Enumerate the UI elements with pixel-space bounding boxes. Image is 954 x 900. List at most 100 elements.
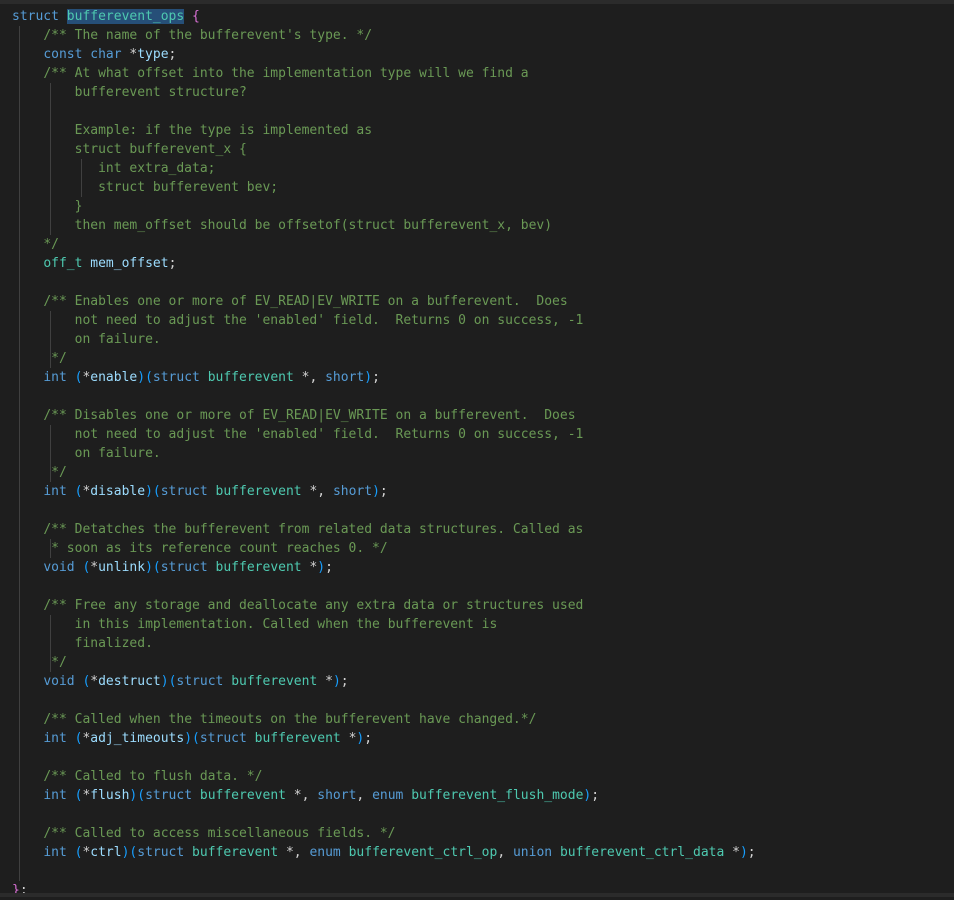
code-line[interactable]: int (*disable)(struct bufferevent *, sho… <box>12 482 387 501</box>
code-token: int <box>43 731 75 746</box>
code-line[interactable]: bufferevent structure? <box>12 83 247 102</box>
code-token: bufferevent_ctrl_data <box>559 845 733 860</box>
code-line[interactable]: void (*destruct)(struct bufferevent *); <box>12 672 348 691</box>
code-token: * <box>325 674 333 689</box>
indent-guide <box>50 311 51 368</box>
code-line[interactable]: * soon as its reference count reaches 0.… <box>12 539 388 558</box>
indent-guide <box>50 615 51 672</box>
indent-guide <box>50 539 51 558</box>
code-token: struct bufferevent_x { <box>74 142 247 157</box>
code-token: ; <box>591 788 600 803</box>
code-line[interactable]: /** At what offset into the implementati… <box>12 64 528 83</box>
code-token: Example: if the type is implemented as <box>74 123 373 138</box>
code-line[interactable]: /** Enables one or more of EV_READ|EV_WR… <box>12 292 568 311</box>
indent-guide <box>50 425 51 482</box>
code-token: ; <box>364 731 373 746</box>
code-token: bufferevent <box>231 674 326 689</box>
code-editor[interactable]: struct bufferevent_ops { /** The name of… <box>0 0 954 900</box>
code-token: in this implementation. Called when the … <box>74 617 498 632</box>
code-token: off_t <box>43 256 91 271</box>
indent-guide <box>50 83 51 235</box>
code-line[interactable]: const char *type; <box>12 45 176 64</box>
code-line[interactable]: /** Disables one or more of EV_READ|EV_W… <box>12 406 575 425</box>
code-token: struct <box>176 674 232 689</box>
code-token: ) <box>184 731 193 746</box>
code-token: struct <box>145 788 200 803</box>
code-token: bufferevent_flush_mode <box>411 788 584 803</box>
code-token: flush <box>90 788 130 803</box>
code-token: ctrl <box>90 845 122 860</box>
code-line[interactable]: on failure. <box>12 444 161 463</box>
code-token: mem_offset <box>90 256 169 271</box>
code-line[interactable]: struct bufferevent_ops { <box>12 7 200 26</box>
code-token: struct <box>199 731 255 746</box>
code-token: bufferevent structure? <box>74 85 247 100</box>
code-line[interactable]: }; <box>12 881 28 900</box>
code-line[interactable]: void (*unlink)(struct bufferevent *); <box>12 558 333 577</box>
code-line[interactable]: Example: if the type is implemented as <box>12 121 372 140</box>
code-line[interactable]: then mem_offset should be offsetof(struc… <box>12 216 552 235</box>
code-token: struct <box>160 560 216 575</box>
code-token: void <box>43 560 83 575</box>
code-line[interactable]: /** Called to access miscellaneous field… <box>12 824 395 843</box>
code-token: ; <box>372 370 380 385</box>
code-token: ) <box>160 674 169 689</box>
code-token: *, <box>293 788 318 803</box>
code-token: ) <box>145 484 153 499</box>
code-token: struct <box>152 370 208 385</box>
code-line[interactable]: int (*ctrl)(struct bufferevent *, enum b… <box>12 843 755 862</box>
code-token: ( <box>192 731 200 746</box>
code-token: ; <box>168 47 177 62</box>
code-line[interactable]: not need to adjust the 'enabled' field. … <box>12 311 584 330</box>
code-token: bufferevent <box>254 731 349 746</box>
code-token: int extra_data; <box>98 161 216 176</box>
code-token: */ <box>51 351 67 366</box>
code-line[interactable]: struct bufferevent bev; <box>12 178 278 197</box>
code-line[interactable]: int (*enable)(struct bufferevent *, shor… <box>12 368 380 387</box>
code-line[interactable]: */ <box>12 463 67 482</box>
code-line[interactable]: struct bufferevent_x { <box>12 140 247 159</box>
code-token: /** The name of the bufferevent's type. … <box>43 28 373 43</box>
code-line[interactable]: int extra_data; <box>12 159 216 178</box>
code-token: unlink <box>98 560 146 575</box>
code-line[interactable]: */ <box>12 653 67 672</box>
code-token: bufferevent <box>207 370 302 385</box>
code-token: bufferevent <box>192 845 286 860</box>
code-token: /** Enables one or more of EV_READ|EV_WR… <box>43 294 568 309</box>
code-token: short <box>325 370 365 385</box>
code-token: ) <box>332 674 341 689</box>
code-line[interactable]: /** Free any storage and deallocate any … <box>12 596 583 615</box>
code-line[interactable]: /** Detatches the bufferevent from relat… <box>12 520 583 539</box>
code-line[interactable]: /** The name of the bufferevent's type. … <box>12 26 372 45</box>
code-line[interactable]: int (*flush)(struct bufferevent *, short… <box>12 786 599 805</box>
code-line[interactable]: int (*adj_timeouts)(struct bufferevent *… <box>12 729 372 748</box>
code-token: */ <box>43 237 59 252</box>
code-token: not need to adjust the 'enabled' field. … <box>74 427 584 442</box>
code-line[interactable]: /** Called when the timeouts on the buff… <box>12 710 536 729</box>
code-token: then mem_offset should be offsetof(struc… <box>74 218 553 233</box>
code-line[interactable]: off_t mem_offset; <box>12 254 176 273</box>
code-line[interactable]: } <box>12 197 83 216</box>
code-line[interactable]: */ <box>12 349 67 368</box>
code-line[interactable]: not need to adjust the 'enabled' field. … <box>12 425 584 444</box>
code-line[interactable]: /** Called to flush data. */ <box>12 767 262 786</box>
code-line[interactable]: on failure. <box>12 330 161 349</box>
code-line[interactable]: finalized. <box>12 634 153 653</box>
selected-identifier: bufferevent_ops <box>66 9 185 24</box>
code-line[interactable]: in this implementation. Called when the … <box>12 615 498 634</box>
code-token: *, <box>309 484 333 499</box>
code-token: union <box>512 845 560 860</box>
